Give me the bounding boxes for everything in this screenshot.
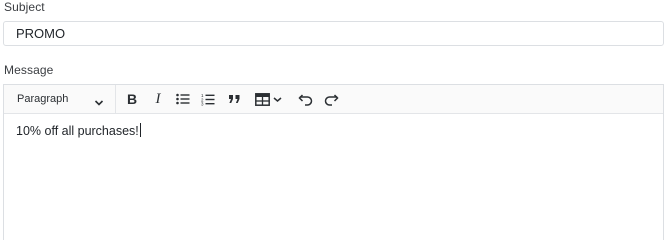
text-cursor [139,123,141,137]
redo-icon [324,93,339,106]
block-quote-icon [228,95,239,103]
block-quote-button[interactable] [225,90,243,108]
bold-button[interactable]: B [123,90,141,108]
message-label: Message [4,63,54,77]
message-form: Subject PROMO Message Paragraph B I 1 2 … [0,0,670,240]
bold-icon: B [126,91,138,107]
editor-content-area[interactable]: 10% off all purchases! [16,123,141,138]
svg-text:3: 3 [201,101,204,105]
table-dropdown-chevron-icon [273,96,282,102]
subject-label: Subject [4,0,45,14]
bulleted-list-button[interactable] [174,90,192,108]
bulleted-list-icon [176,93,190,105]
insert-table-icon [255,92,270,106]
undo-button[interactable] [296,90,314,108]
heading-dropdown-value: Paragraph [17,93,69,105]
numbered-list-button[interactable]: 1 2 3 [199,90,217,108]
editor-toolbar: Paragraph B I 1 2 3 [4,85,663,114]
numbered-list-icon: 1 2 3 [201,93,215,106]
insert-table-button[interactable] [255,90,287,108]
subject-input[interactable]: PROMO [3,21,664,46]
italic-button[interactable]: I [149,90,167,108]
message-editor: Paragraph B I 1 2 3 10% off all purchase… [3,84,664,240]
heading-dropdown[interactable]: Paragraph [4,85,116,113]
redo-button[interactable] [322,90,340,108]
editor-text: 10% off all purchases! [16,124,139,138]
italic-icon: I [155,90,161,107]
chevron-down-icon [94,94,104,112]
undo-icon [297,93,312,106]
